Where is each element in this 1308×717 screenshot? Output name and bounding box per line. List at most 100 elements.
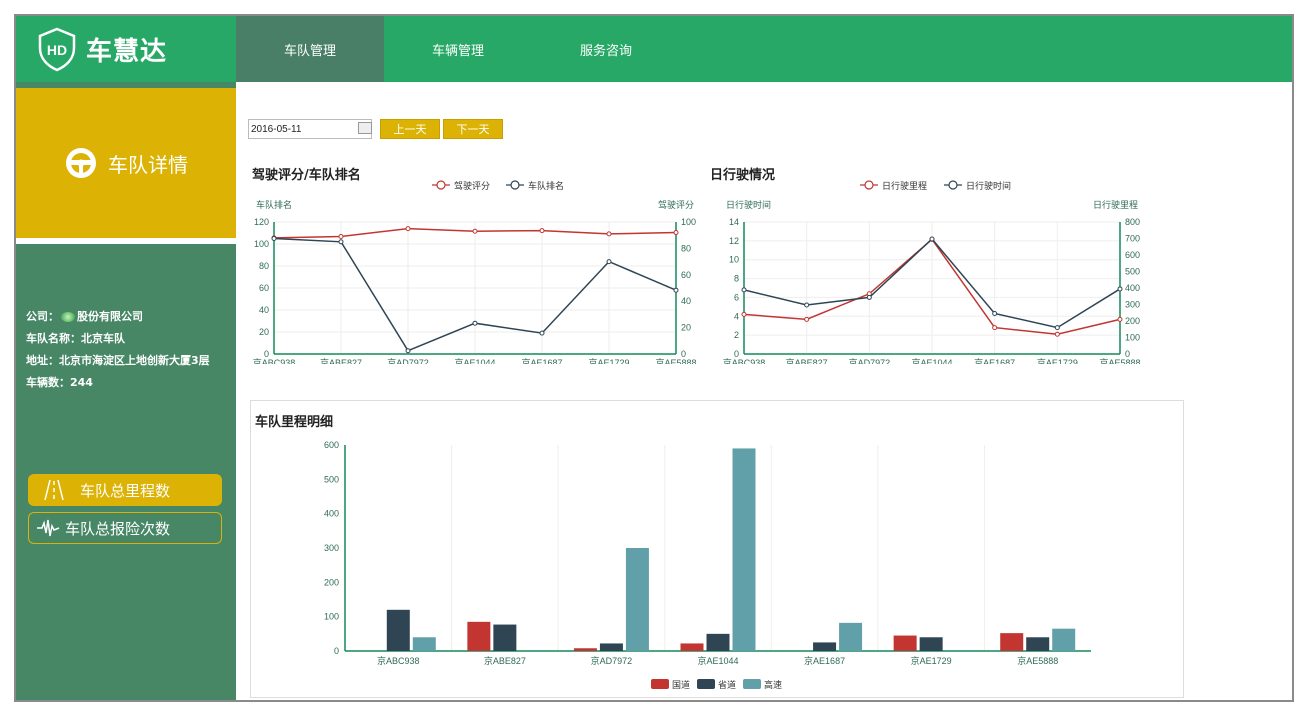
next-day-button[interactable]: 下一天 <box>443 119 503 139</box>
bar <box>813 642 837 651</box>
legend-marker <box>948 180 958 190</box>
fleet-info: 公司： 股份有限公司 车队名称：北京车队 地址：北京市海淀区上地创新大厦3层 车辆… <box>26 306 210 394</box>
x-tick-label: 京AE1729 <box>911 655 952 666</box>
y-left-tick-label: 14 <box>729 217 739 227</box>
bar <box>573 648 597 651</box>
data-point <box>1117 286 1123 292</box>
data-point <box>606 231 612 237</box>
vehicle-count-row: 车辆数：244 <box>26 372 210 394</box>
y-left-tick-label: 80 <box>259 261 269 271</box>
y-tick-label: 0 <box>334 646 339 656</box>
divider <box>16 238 236 244</box>
legend-label: 日行驶里程 <box>882 180 927 191</box>
total-insurance-claims-label: 车队总报险次数 <box>65 519 171 538</box>
legend-label: 驾驶评分 <box>454 180 490 191</box>
chart-daily-driving: 024681012140100200300400500600700800日行驶时… <box>723 180 1141 364</box>
tab-service-consulting[interactable]: 服务咨询 <box>532 16 680 82</box>
data-point <box>929 236 935 242</box>
address-row: 地址：北京市海淀区上地创新大厦3层 <box>26 350 210 372</box>
company-value: 股份有限公司 <box>77 310 143 323</box>
bar <box>706 633 730 651</box>
chart-mileage-title: 车队里程明细 <box>255 415 334 430</box>
bar <box>732 448 756 651</box>
data-point <box>804 316 810 322</box>
data-point <box>673 230 679 236</box>
sidebar: 车队详情 公司： 股份有限公司 车队名称：北京车队 地址：北京市海淀区上地创新大厦… <box>16 82 236 700</box>
y-left-tick-label: 60 <box>259 283 269 293</box>
pulse-icon <box>35 518 61 538</box>
bar <box>839 622 863 651</box>
y-left-tick-label: 10 <box>729 255 739 265</box>
bar <box>467 621 491 651</box>
vehicle-count-value: 244 <box>70 376 93 389</box>
sidebar-title: 车队详情 <box>108 152 188 177</box>
data-point <box>338 239 344 245</box>
y-axis-left-label: 日行驶时间 <box>726 199 771 210</box>
x-tick-label: 京ABE827 <box>484 655 526 666</box>
data-point <box>472 320 478 326</box>
y-left-tick-label: 8 <box>734 274 739 284</box>
y-right-tick-label: 80 <box>681 243 691 253</box>
tab-vehicle-management[interactable]: 车辆管理 <box>384 16 532 82</box>
previous-day-label: 上一天 <box>393 123 427 136</box>
address-value: 北京市海淀区上地创新大厦3层 <box>59 354 210 367</box>
y-left-tick-label: 120 <box>254 217 269 227</box>
y-tick-label: 200 <box>324 577 339 587</box>
legend-label: 日行驶时间 <box>966 180 1011 191</box>
calendar-icon[interactable] <box>358 122 372 134</box>
steering-wheel-icon <box>66 148 96 178</box>
y-left-tick-label: 6 <box>734 292 739 302</box>
date-input[interactable] <box>248 119 372 139</box>
x-tick-label: 京ABE827 <box>320 357 362 364</box>
legend-swatch <box>743 679 761 689</box>
total-insurance-claims-button[interactable]: 车队总报险次数 <box>28 512 222 544</box>
bar <box>599 643 623 651</box>
chart-mileage-detail: 0 100 200 300 400 500 600 京ABC938 京ABE827 京AD7972… <box>324 440 1091 690</box>
x-tick-label: 京AE1729 <box>588 357 629 364</box>
vehicle-count-label: 车辆数： <box>26 376 70 389</box>
data-point <box>338 234 344 240</box>
legend-label: 省道 <box>718 679 736 690</box>
company-row: 公司： 股份有限公司 <box>26 306 210 328</box>
y-right-tick-label: 500 <box>1125 267 1140 277</box>
y-left-tick-label: 4 <box>734 311 739 321</box>
data-point <box>741 287 747 293</box>
legend-marker <box>864 180 874 190</box>
chart-mileage-panel: 车队里程明细 0 100 200 300 400 500 600 京ABC938 京ABE827… <box>250 400 1184 698</box>
tab-fleet-management[interactable]: 车队管理 <box>236 16 384 82</box>
bar <box>1052 628 1076 651</box>
x-tick-label: 京ABC938 <box>377 655 420 666</box>
x-tick-label: 京AE1687 <box>521 357 562 364</box>
y-right-tick-label: 400 <box>1125 283 1140 293</box>
fleet-name-row: 车队名称：北京车队 <box>26 328 210 350</box>
x-tick-label: 京AE5888 <box>655 357 696 364</box>
x-tick-label: 京AE5888 <box>1017 655 1058 666</box>
logo[interactable]: HD 车慧达 <box>16 16 236 82</box>
x-tick-label: 京AD7972 <box>591 655 633 666</box>
data-point <box>472 228 478 234</box>
y-right-tick-label: 200 <box>1125 316 1140 326</box>
tab-label: 服务咨询 <box>579 42 632 58</box>
x-tick-label: 京AE1687 <box>804 655 845 666</box>
y-right-tick-label: 100 <box>1125 333 1140 343</box>
y-right-tick-label: 20 <box>681 323 691 333</box>
y-axis-right-label: 日行驶里程 <box>1093 199 1138 210</box>
top-navigation-bar: HD 车慧达 车队管理 车辆管理 服务咨询 <box>16 16 1292 82</box>
y-left-tick-label: 12 <box>729 236 739 246</box>
previous-day-button[interactable]: 上一天 <box>380 119 440 139</box>
y-right-tick-label: 40 <box>681 296 691 306</box>
fleet-name-label: 车队名称： <box>26 332 81 345</box>
x-tick-label: 京AE1687 <box>974 357 1015 364</box>
bar <box>625 548 649 651</box>
data-point <box>992 310 998 316</box>
address-label: 地址： <box>26 354 59 367</box>
bar <box>386 609 410 651</box>
tab-label: 车辆管理 <box>431 42 484 58</box>
y-left-tick-label: 40 <box>259 305 269 315</box>
x-tick-label: 京AE1044 <box>697 655 738 666</box>
x-tick-label: 京ABC938 <box>253 357 296 364</box>
bar <box>412 637 436 651</box>
fleet-name-value: 北京车队 <box>81 332 125 345</box>
total-mileage-button[interactable]: 车队总里程数 <box>28 474 222 506</box>
legend-label: 高速 <box>764 679 782 690</box>
